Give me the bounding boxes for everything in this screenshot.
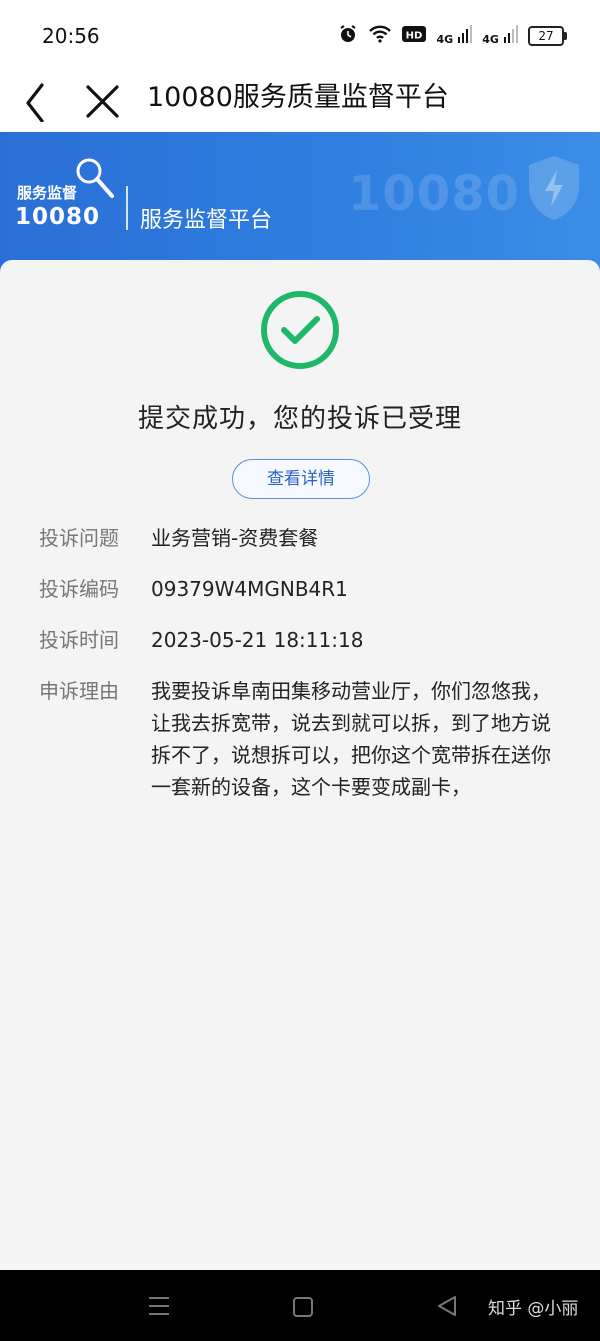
system-nav-bar: 知乎 @小丽 <box>0 1270 600 1341</box>
page-title: 10080服务质量监督平台 <box>147 82 449 113</box>
menu-icon[interactable] <box>148 1296 170 1316</box>
reason-value: 我要投诉阜南田集移动营业厅，你们忽悠我，让我去拆宽带，说去到就可以拆，到了地方说… <box>151 679 551 799</box>
hd-icon: HD <box>402 25 427 47</box>
reason-label: 申诉理由 <box>39 679 119 703</box>
network-type-2: 4G <box>482 33 499 46</box>
home-icon[interactable] <box>292 1296 314 1318</box>
check-circle-icon <box>261 291 339 369</box>
status-icons: HD 4G 4G 27 <box>338 24 567 48</box>
time-value: 2023-05-21 18:11:18 <box>151 628 364 652</box>
network-type-1: 4G <box>436 33 454 46</box>
banner-divider <box>126 186 128 230</box>
logo-number: 10080 <box>15 204 101 230</box>
back-triangle-icon[interactable] <box>436 1294 458 1318</box>
time-label: 投诉时间 <box>39 628 119 652</box>
wifi-icon <box>368 25 392 47</box>
banner-watermark: 10080 <box>348 166 520 222</box>
logo-caption: 服务监督 <box>17 184 78 202</box>
magnifier-icon <box>76 158 114 198</box>
issue-label: 投诉问题 <box>39 526 119 550</box>
result-card: 提交成功，您的投诉已受理 查看详情 投诉问题 业务营销-资费套餐 投诉编码 09… <box>0 260 600 1270</box>
signal-4g-icon: 4G <box>482 25 518 47</box>
battery-icon: 27 <box>528 26 567 46</box>
status-bar: 20:56 HD 4G 4G 27 <box>0 0 600 66</box>
banner: 服务监督 10080 服务监督平台 10080 <box>0 132 600 272</box>
shield-icon <box>529 156 579 220</box>
view-details-button[interactable]: 查看详情 <box>232 459 370 499</box>
hd-label: HD <box>406 31 423 42</box>
zhihu-watermark: 知乎 @小丽 <box>488 1299 579 1319</box>
close-button[interactable] <box>80 76 126 122</box>
status-time: 20:56 <box>42 24 100 48</box>
banner-subtitle: 服务监督平台 <box>140 208 273 233</box>
chevron-left-icon <box>26 83 44 123</box>
signal-4g-icon: 4G <box>436 25 473 47</box>
close-icon <box>86 85 119 118</box>
back-button[interactable] <box>18 76 58 123</box>
alarm-icon <box>338 24 358 48</box>
title-bar: 10080服务质量监督平台 <box>0 66 600 132</box>
code-label: 投诉编码 <box>39 577 119 601</box>
code-value: 09379W4MGNB4R1 <box>151 577 348 601</box>
success-message: 提交成功，您的投诉已受理 <box>137 404 462 434</box>
issue-value: 业务营销-资费套餐 <box>151 526 319 550</box>
